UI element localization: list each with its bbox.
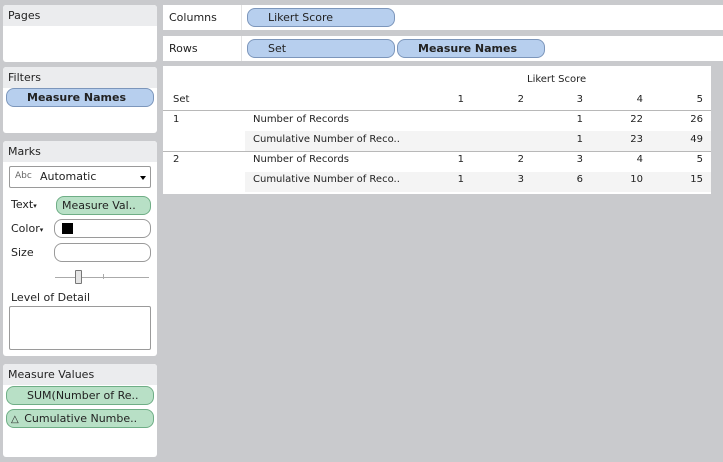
table-cell: 23 bbox=[630, 134, 643, 145]
size-slider-handle[interactable] bbox=[75, 270, 82, 284]
detail-box[interactable] bbox=[9, 306, 151, 350]
table-cell: 1 bbox=[576, 134, 583, 145]
set-header[interactable]: Set bbox=[173, 94, 189, 105]
table-row-measure[interactable]: Number of Records bbox=[253, 114, 349, 125]
measure-value-pill-label: Cumulative Numbe.. bbox=[24, 412, 138, 425]
triangle-delta-icon: △ bbox=[11, 414, 19, 425]
table-row-measure[interactable]: Number of Records bbox=[253, 154, 349, 165]
table-cell: 5 bbox=[696, 154, 703, 165]
table-cell: 1 bbox=[457, 174, 464, 185]
table-cell: 10 bbox=[630, 174, 643, 185]
table-cell: 15 bbox=[690, 174, 703, 185]
shelf-divider bbox=[241, 36, 242, 61]
table-cell: 22 bbox=[630, 114, 643, 125]
rows-pill-label: Measure Names bbox=[418, 42, 518, 55]
size-box[interactable] bbox=[54, 243, 151, 262]
header-divider bbox=[163, 110, 711, 111]
columns-pill-label: Likert Score bbox=[268, 11, 334, 24]
color-swatch-box[interactable] bbox=[54, 219, 151, 238]
abc-icon: Abc bbox=[15, 171, 32, 181]
measure-value-pill-sum[interactable]: SUM(Number of Re.. bbox=[6, 386, 154, 405]
size-slider-track[interactable] bbox=[55, 277, 149, 278]
rows-measure-names-pill[interactable]: Measure Names bbox=[397, 39, 545, 58]
column-header-1[interactable]: 1 bbox=[444, 94, 464, 105]
table-cell: 3 bbox=[576, 154, 583, 165]
crosstab-view: Likert Score Set 1 2 3 4 5 1 Number of R… bbox=[163, 66, 711, 194]
column-header-4[interactable]: 4 bbox=[623, 94, 643, 105]
size-slider-tick bbox=[103, 274, 104, 279]
size-label[interactable]: Size bbox=[11, 246, 34, 259]
mark-type-label: Automatic bbox=[40, 170, 97, 183]
rows-set-pill[interactable]: Set bbox=[247, 39, 395, 58]
measure-values-card: Measure Values SUM(Number of Re.. △ Cumu… bbox=[3, 364, 157, 457]
table-row-measure[interactable]: Cumulative Number of Reco.. bbox=[253, 134, 400, 145]
rows-label: Rows bbox=[169, 42, 198, 55]
pages-title: Pages bbox=[3, 5, 157, 26]
column-header-likert-score[interactable]: Likert Score bbox=[527, 74, 586, 85]
table-cell: 26 bbox=[690, 114, 703, 125]
table-cell: 1 bbox=[457, 154, 464, 165]
table-cell: 2 bbox=[517, 154, 524, 165]
pages-card: Pages bbox=[3, 5, 157, 62]
column-header-5[interactable]: 5 bbox=[683, 94, 703, 105]
columns-likert-score-pill[interactable]: Likert Score bbox=[247, 8, 395, 27]
filters-card: Filters Measure Names bbox=[3, 67, 157, 133]
text-measure-values-pill[interactable]: Measure Val.. bbox=[56, 196, 151, 215]
table-row-measure[interactable]: Cumulative Number of Reco.. bbox=[253, 174, 400, 185]
measure-values-title: Measure Values bbox=[3, 364, 157, 385]
rows-pill-label: Set bbox=[268, 42, 287, 55]
measure-value-pill-cumulative[interactable]: △ Cumulative Numbe.. bbox=[6, 409, 154, 428]
set-1-label[interactable]: 1 bbox=[173, 114, 179, 125]
mark-type-dropdown[interactable]: Abc Automatic bbox=[9, 166, 151, 188]
set-divider bbox=[163, 151, 711, 152]
marks-card: Marks Abc Automatic Text▾ Measure Val.. … bbox=[3, 141, 157, 356]
filters-title: Filters bbox=[3, 67, 157, 88]
filter-measure-names-pill[interactable]: Measure Names bbox=[6, 88, 154, 107]
color-label[interactable]: Color▾ bbox=[11, 222, 43, 235]
text-pill-label: Measure Val.. bbox=[62, 199, 136, 212]
table-cell: 49 bbox=[690, 134, 703, 145]
column-header-3[interactable]: 3 bbox=[563, 94, 583, 105]
columns-shelf: Columns Likert Score bbox=[163, 5, 723, 30]
columns-label: Columns bbox=[169, 11, 217, 24]
shelf-divider bbox=[241, 5, 242, 30]
set-2-label[interactable]: 2 bbox=[173, 154, 179, 165]
caret-down-icon: ▾ bbox=[33, 202, 37, 210]
table-cell: 4 bbox=[636, 154, 643, 165]
measure-value-pill-label: SUM(Number of Re.. bbox=[27, 389, 139, 402]
table-cell: 3 bbox=[517, 174, 524, 185]
column-header-2[interactable]: 2 bbox=[504, 94, 524, 105]
filter-pill-label: Measure Names bbox=[27, 91, 127, 104]
caret-down-icon: ▾ bbox=[39, 226, 44, 234]
detail-label: Level of Detail bbox=[11, 291, 91, 304]
marks-title: Marks bbox=[3, 141, 157, 162]
table-cell: 6 bbox=[576, 174, 583, 185]
text-label[interactable]: Text▾ bbox=[11, 198, 37, 211]
chevron-down-icon bbox=[140, 176, 146, 180]
table-cell: 1 bbox=[576, 114, 583, 125]
rows-shelf: Rows Set Measure Names bbox=[163, 36, 723, 61]
black-color-swatch bbox=[62, 223, 73, 234]
